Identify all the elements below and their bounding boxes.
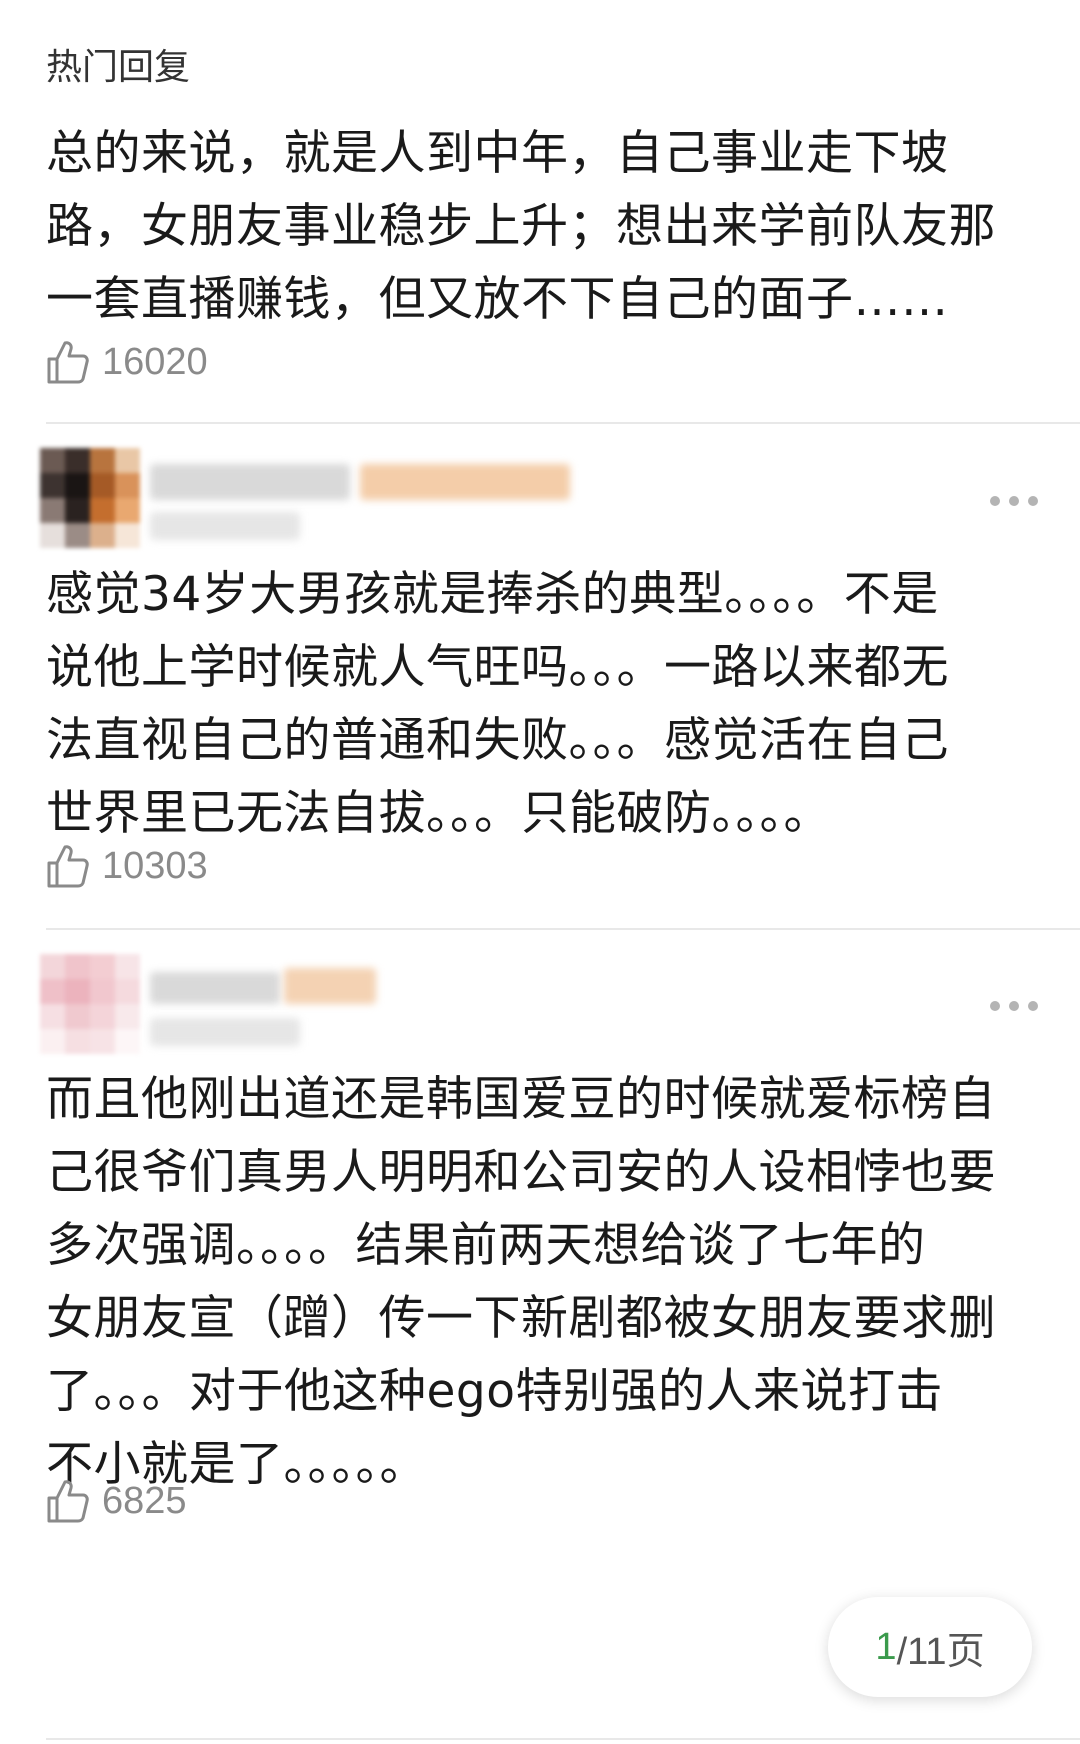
comment-text: 感觉34岁大男孩就是捧杀的典型。。。。不是 说他上学时候就人气旺吗。。。一路以来…	[46, 567, 949, 841]
divider	[46, 928, 1080, 930]
username-blurred[interactable]	[150, 464, 350, 500]
section-title: 热门回复	[46, 47, 191, 88]
divider	[46, 1738, 1080, 1740]
badge-blurred	[360, 464, 570, 500]
more-dots-icon[interactable]	[990, 495, 1038, 507]
like-button[interactable]: 6825	[46, 1476, 187, 1526]
like-count: 10303	[102, 844, 208, 887]
comment-text: 总的来说，就是人到中年，自己事业走下坡 路，女朋友事业稳步上升；想出来学前队友那…	[46, 126, 996, 327]
more-dots-icon[interactable]	[990, 1000, 1038, 1012]
meta-blurred	[150, 1018, 300, 1046]
like-button[interactable]: 16020	[46, 337, 208, 387]
comment-author-header	[40, 954, 1040, 1064]
avatar[interactable]	[40, 448, 140, 548]
comment-author-header	[40, 448, 1040, 558]
thumbs-up-icon	[47, 845, 89, 888]
username-blurred[interactable]	[150, 972, 280, 1004]
divider	[46, 422, 1080, 424]
total-pages: /11页	[896, 1630, 985, 1673]
like-button[interactable]: 10303	[46, 841, 208, 891]
meta-blurred	[150, 512, 300, 540]
comment-text: 而且他刚出道还是韩国爱豆的时候就爱标榜自 己很爷们真男人明明和公司安的人设相悖也…	[46, 1072, 996, 1492]
thumbs-up-icon	[47, 341, 89, 384]
current-page: 1	[875, 1625, 897, 1668]
page-indicator[interactable]: 1/11页	[828, 1597, 1032, 1697]
like-count: 16020	[102, 340, 208, 383]
like-count: 6825	[102, 1479, 187, 1522]
avatar[interactable]	[40, 954, 140, 1054]
thumbs-up-icon	[47, 1480, 89, 1523]
badge-blurred	[284, 968, 376, 1004]
